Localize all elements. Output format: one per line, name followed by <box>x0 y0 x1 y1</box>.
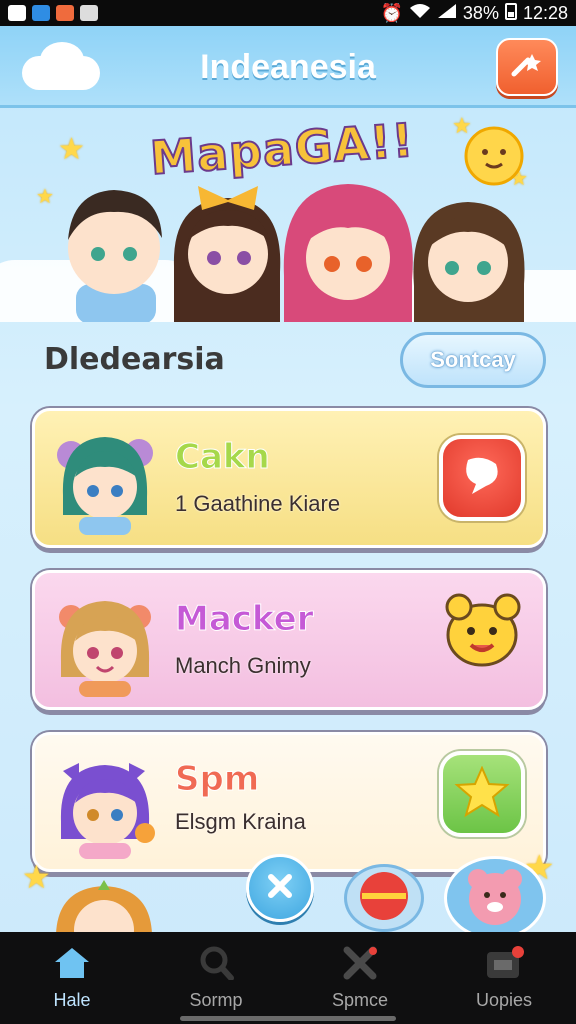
app-icon-blue <box>32 5 50 21</box>
card-subtitle: Manch Gnimy <box>175 653 311 678</box>
card-action-button[interactable] <box>439 593 525 679</box>
nav-item-spmce[interactable]: Spmce <box>288 932 432 1024</box>
nav-item-uopies[interactable]: Uopies <box>432 932 576 1024</box>
bear-icon <box>460 861 530 935</box>
battery-text: 38% <box>462 2 499 23</box>
section-action-button[interactable]: Sontcay <box>400 332 546 388</box>
section-title: Dledearsia <box>44 342 225 377</box>
page-title: Indeanesia <box>200 48 376 86</box>
card-action-button[interactable] <box>439 435 525 521</box>
nav-item-home[interactable]: Hale <box>0 932 144 1024</box>
mascot-icon <box>437 589 527 683</box>
status-bar: ⏰ 38% 12:28 <box>0 0 576 26</box>
star-icon: ★ <box>22 858 51 896</box>
ball-button[interactable] <box>344 864 424 932</box>
card-subtitle: 1 Gaathine Kiare <box>175 491 341 516</box>
close-button[interactable] <box>246 854 314 922</box>
wand-icon <box>510 50 544 84</box>
status-time: 12:28 <box>522 2 568 23</box>
nav-label: Uopies <box>475 990 533 1010</box>
nav-label: Sormp <box>189 990 243 1010</box>
star-icon <box>454 765 510 822</box>
list-item[interactable]: Cakn 1 Gaathine Kiare <box>32 408 546 548</box>
home-indicator[interactable] <box>180 1016 396 1021</box>
avatar <box>49 587 159 697</box>
hero-title: MapaGA!! <box>147 112 416 186</box>
app-icon-orange <box>56 5 74 21</box>
avatar <box>48 880 158 960</box>
nav-item-search[interactable]: Sormp <box>144 932 288 1024</box>
card-subtitle: Elsgm Kraina <box>175 809 306 834</box>
search-icon <box>197 946 235 984</box>
inbox-icon <box>484 946 524 984</box>
close-icon <box>341 946 379 984</box>
notification-icon <box>8 5 26 21</box>
hero-banner: ★ ★ ★ ★ MapaGA!! <box>0 110 576 322</box>
gallery-icon <box>80 5 98 21</box>
bottom-nav: Hale Sormp Spmce Uopies <box>0 932 576 1024</box>
nav-label: Spmce <box>331 990 389 1010</box>
bear-button[interactable] <box>444 856 546 940</box>
list-item[interactable]: Spm Elsgm Kraina <box>32 732 546 872</box>
ball-icon <box>356 868 412 928</box>
header-action-button[interactable] <box>496 38 558 96</box>
card-action-button[interactable] <box>439 751 525 837</box>
wifi-icon <box>409 3 431 24</box>
chat-bubble-icon <box>458 454 506 502</box>
character-group <box>48 176 548 322</box>
battery-icon <box>504 2 517 25</box>
card-title: Cakn <box>175 437 271 478</box>
signal-icon <box>437 3 457 24</box>
app-header: Indeanesia <box>0 26 576 108</box>
home-icon <box>53 946 91 984</box>
card-title: Macker <box>174 599 314 640</box>
star-icon: ★ <box>58 132 85 167</box>
alarm-icon: ⏰ <box>380 2 403 23</box>
card-title: Spm <box>174 759 260 800</box>
avatar <box>49 749 159 859</box>
list-item[interactable]: Macker Manch Gnimy <box>32 570 546 710</box>
nav-label: Hale <box>53 990 91 1010</box>
avatar <box>49 425 159 535</box>
close-icon <box>265 871 295 905</box>
